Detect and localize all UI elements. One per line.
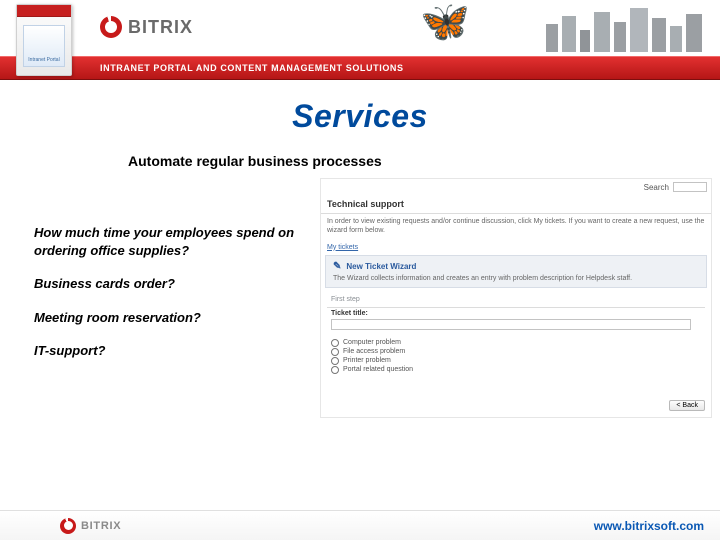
tagline-band: INTRANET PORTAL AND CONTENT MANAGEMENT S… xyxy=(0,56,720,80)
problem-type-radios: Computer problem File access problem Pri… xyxy=(321,334,711,377)
brand-logo: BITRIX xyxy=(100,16,193,38)
ticket-title-field: Ticket title: xyxy=(321,308,711,334)
search-label: Search xyxy=(644,183,669,192)
wizard-desc: The Wizard collects information and crea… xyxy=(333,275,699,282)
tagline-text: INTRANET PORTAL AND CONTENT MANAGEMENT S… xyxy=(100,63,404,73)
search-input[interactable] xyxy=(673,182,707,192)
question-2: Business cards order? xyxy=(34,275,324,293)
divider xyxy=(321,213,711,214)
brand-name: BITRIX xyxy=(128,17,193,38)
wizard-icon: ✎ xyxy=(333,261,341,272)
wizard-bar: ✎ New Ticket Wizard The Wizard collects … xyxy=(325,255,707,288)
footer-url: www.bitrixsoft.com xyxy=(594,519,704,533)
first-step-label: First step xyxy=(321,288,711,307)
product-box-graphic: Intranet Portal xyxy=(16,4,72,76)
radio-label: Portal related question xyxy=(343,366,413,373)
bitrix-mark-icon xyxy=(100,16,122,38)
product-box-caption: Intranet Portal xyxy=(23,25,65,67)
footer-brand: BITRIX xyxy=(81,520,121,532)
footer-logo: BITRIX xyxy=(60,518,121,534)
back-button[interactable]: < Back xyxy=(669,400,705,411)
radio-fileaccess[interactable] xyxy=(331,348,339,356)
radio-label: Computer problem xyxy=(343,339,401,346)
radio-computer[interactable] xyxy=(331,339,339,347)
panel-heading: Technical support xyxy=(321,195,711,211)
slide-header: Intranet Portal BITRIX 🦋 INTRANET PORTAL… xyxy=(0,0,720,80)
helpdesk-panel: Search Technical support In order to vie… xyxy=(320,178,712,418)
radio-row[interactable]: Portal related question xyxy=(331,366,701,374)
ticket-title-label: Ticket title: xyxy=(331,310,701,317)
slide-title: Services xyxy=(0,98,720,135)
header-top: Intranet Portal BITRIX 🦋 xyxy=(0,0,720,56)
bitrix-mark-icon xyxy=(60,518,76,534)
question-4: IT-support? xyxy=(34,342,324,360)
question-3: Meeting room reservation? xyxy=(34,309,324,327)
radio-row[interactable]: Printer problem xyxy=(331,357,701,365)
my-tickets-link[interactable]: My tickets xyxy=(327,244,358,251)
radio-portal[interactable] xyxy=(331,366,339,374)
radio-printer[interactable] xyxy=(331,357,339,365)
ticket-title-input[interactable] xyxy=(331,319,691,330)
wizard-title: New Ticket Wizard xyxy=(346,262,416,271)
slide-subtitle: Automate regular business processes xyxy=(128,153,720,169)
question-1: How much time your employees spend on or… xyxy=(34,224,324,259)
radio-label: Printer problem xyxy=(343,357,391,364)
radio-row[interactable]: File access problem xyxy=(331,348,701,356)
search-row: Search xyxy=(321,179,711,195)
question-list: How much time your employees spend on or… xyxy=(34,224,324,376)
radio-label: File access problem xyxy=(343,348,405,355)
skyline-graphic xyxy=(540,4,720,52)
slide-footer: BITRIX www.bitrixsoft.com xyxy=(0,510,720,540)
butterfly-icon: 🦋 xyxy=(420,2,470,42)
panel-intro: In order to view existing requests and/o… xyxy=(321,218,711,240)
radio-row[interactable]: Computer problem xyxy=(331,339,701,347)
